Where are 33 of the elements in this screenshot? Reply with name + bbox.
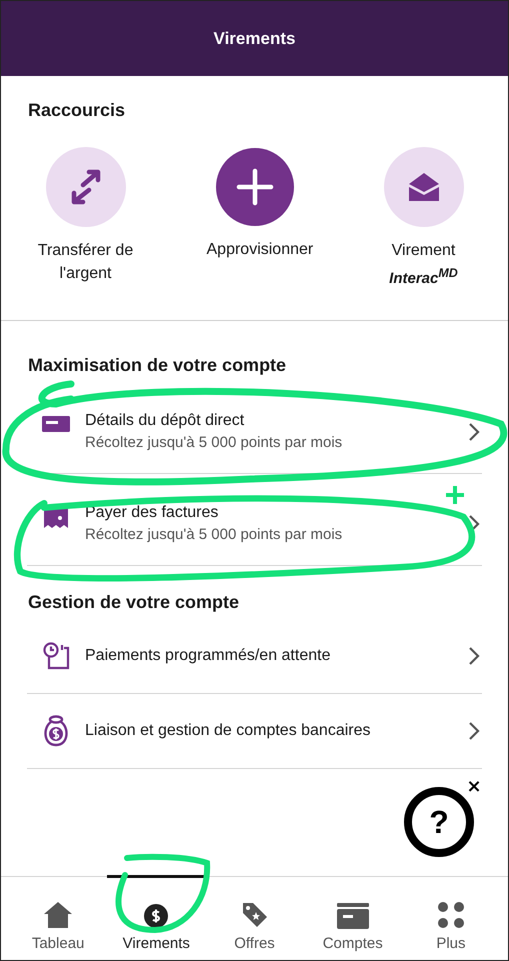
nav-tab[interactable]: Comptes — [304, 875, 402, 960]
more-grid-icon — [436, 901, 466, 929]
shortcut-button[interactable]: Approvisionner — [170, 147, 339, 290]
nav-tab[interactable]: Virements — [107, 875, 206, 960]
chevron-right-icon — [468, 721, 480, 741]
list-item[interactable]: Détails du dépôt direct Récoltez jusqu'à 5 000 points par mois — [27, 382, 482, 474]
list-item[interactable]: Paiements programmés/en attente — [27, 619, 482, 694]
shortcut-button[interactable]: Virement Interac$^{MD}$ — [339, 147, 508, 290]
clock-calendar-icon — [41, 642, 71, 670]
item-title: Détails du dépôt direct — [85, 412, 246, 430]
screen-title: Virements — [214, 28, 296, 48]
list-item[interactable]: Liaison et gestion de comptes bancaires — [27, 694, 482, 769]
section-title: Raccourcis — [28, 100, 126, 121]
item-subtitle: Récoltez jusqu'à 5 000 points par mois — [85, 526, 344, 543]
tag-icon — [240, 901, 268, 929]
nav-tab[interactable]: Plus — [402, 875, 500, 960]
home-icon — [43, 901, 74, 929]
section-title: Gestion de votre compte — [28, 592, 240, 613]
chevron-right-icon — [468, 422, 480, 442]
item-title: Liaison et gestion de comptes bancaires — [85, 722, 372, 740]
plus-icon — [236, 168, 274, 206]
chevron-right-icon — [468, 646, 480, 666]
shortcut-button[interactable]: Transférer de l'argent — [1, 147, 170, 290]
envelope-icon — [406, 171, 440, 203]
plus-mark-drawing — [445, 485, 465, 505]
section-title: Maximisation de votre compte — [28, 355, 288, 376]
dollar-coin-icon — [143, 903, 170, 929]
credit-card-icon — [336, 903, 369, 929]
card-icon — [41, 416, 71, 432]
nav-tab[interactable]: Tableau — [9, 875, 108, 960]
nav-tab[interactable]: Offres — [205, 875, 304, 960]
item-title: Paiements programmés/en attente — [85, 647, 332, 665]
item-subtitle: Récoltez jusqu'à 5 000 points par mois — [85, 434, 344, 451]
